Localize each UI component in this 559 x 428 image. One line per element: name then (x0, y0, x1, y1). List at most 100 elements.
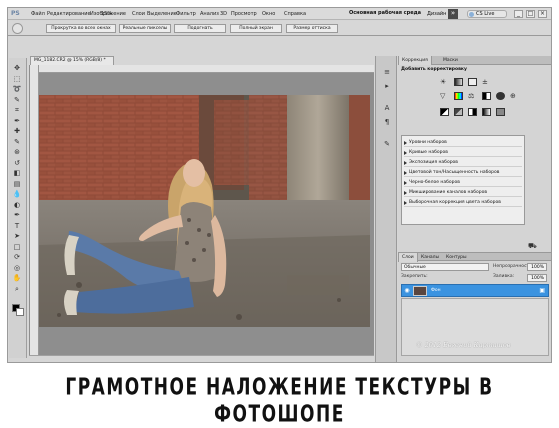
quick-select-tool-icon[interactable]: ✎ (11, 96, 23, 104)
blur-tool-icon[interactable]: 💧 (11, 190, 23, 198)
tab-adjustments[interactable]: Коррекция (398, 56, 432, 65)
menu-item-6[interactable]: Анализ (200, 11, 219, 17)
photo-filter-icon[interactable] (496, 92, 505, 100)
fill-input[interactable]: 100% (527, 274, 547, 282)
photo-image (39, 95, 370, 327)
options-bar: Прокрутка во всех окнах Реальные пикселы… (8, 21, 551, 36)
maximize-button[interactable]: □ (526, 10, 535, 18)
minimize-button[interactable]: _ (514, 10, 523, 18)
selective-color-icon[interactable] (496, 108, 505, 116)
character-icon[interactable]: A (382, 104, 392, 113)
preset-exposure[interactable]: Экспозиция наборов (404, 159, 522, 167)
posterize-icon[interactable] (454, 108, 463, 116)
threshold-icon[interactable] (468, 108, 477, 116)
preset-hue-saturation[interactable]: Цветовой тон/Насыщенность наборов (404, 169, 522, 177)
paragraph-icon[interactable]: ¶ (382, 118, 392, 127)
curves-icon[interactable] (468, 78, 477, 86)
tab-paths[interactable]: Контуры (443, 253, 470, 262)
actual-pixels-button[interactable]: Реальные пикселы (119, 24, 171, 33)
shape-tool-icon[interactable]: □ (11, 243, 23, 251)
background-color-swatch[interactable] (16, 308, 24, 316)
eraser-tool-icon[interactable]: ◧ (11, 169, 23, 177)
layer-row[interactable]: ◉ Фон ▣ (401, 284, 549, 297)
actions-icon[interactable]: ▸ (382, 82, 392, 91)
menu-item-2[interactable]: Изображение (90, 11, 126, 17)
preset-selective-color[interactable]: Выборочная коррекция цвета наборов (404, 199, 522, 207)
clone-stamp-tool-icon[interactable]: ⊛ (11, 148, 23, 156)
crop-tool-icon[interactable]: ⌗ (11, 106, 23, 114)
adjustments-title: Добавить корректировку (401, 67, 467, 72)
blend-mode-select[interactable]: Обычные (401, 263, 489, 271)
brightness-icon[interactable]: ☀ (440, 78, 449, 86)
more-workspaces-button[interactable]: » (448, 9, 458, 19)
brush-icon[interactable]: ✎ (382, 140, 392, 149)
menu-item-3[interactable]: Слои (132, 11, 145, 17)
hue-saturation-icon[interactable] (454, 92, 463, 100)
clip-layer-icon[interactable]: ⛟ (528, 242, 537, 251)
tab-masks[interactable]: Маски (440, 56, 461, 65)
gradient-map-icon[interactable] (482, 108, 491, 116)
type-tool-icon[interactable]: T (11, 222, 23, 230)
menu-item-8[interactable]: Просмотр (231, 11, 257, 17)
history-icon[interactable]: ≡ (382, 68, 392, 77)
color-balance-icon[interactable]: ⚖ (468, 92, 477, 100)
move-tool-icon[interactable]: ✥ (11, 64, 23, 72)
menu-item-10[interactable]: Справка (284, 11, 306, 17)
vibrance-icon[interactable]: ▽ (440, 92, 449, 100)
eye-icon[interactable]: ◉ (403, 287, 411, 295)
menu-item-9[interactable]: Окно (262, 11, 275, 17)
caption: ГРАМОТНОЕ НАЛОЖЕНИЕ ТЕКСТУРЫ В ФОТОШОПЕ (65, 374, 494, 428)
brush-tool-icon[interactable]: ✎ (11, 138, 23, 146)
exposure-icon[interactable]: ± (482, 78, 491, 86)
3d-rotate-tool-icon[interactable]: ⟳ (11, 253, 23, 261)
fit-screen-button[interactable]: Подогнать (174, 24, 226, 33)
fill-label: Заливка: (493, 274, 515, 279)
tab-channels[interactable]: Каналы (418, 253, 442, 262)
eyedropper-tool-icon[interactable]: ✒ (11, 117, 23, 125)
dodge-tool-icon[interactable]: ◐ (11, 201, 23, 209)
menu-item-1[interactable]: Редактирование (47, 11, 91, 17)
hand-tool-icon[interactable]: ✋ (11, 274, 23, 282)
black-white-icon[interactable] (482, 92, 491, 100)
marquee-tool-icon[interactable]: ⬚ (11, 75, 23, 83)
tab-layers[interactable]: Слои (398, 253, 418, 262)
preset-channel-mixer[interactable]: Микширование каналов наборов (404, 189, 522, 197)
history-brush-tool-icon[interactable]: ↺ (11, 159, 23, 167)
lasso-tool-icon[interactable]: ➰ (11, 85, 23, 93)
preset-black-white[interactable]: Черно-белое наборов (404, 179, 522, 187)
preset-levels[interactable]: Уровни наборов (404, 139, 522, 147)
toolbox: ✥ ⬚ ➰ ✎ ⌗ ✒ ✚ ✎ ⊛ ↺ ◧ ▤ 💧 ◐ ✒ T ➤ □ ⟳ ◎ ✋ ⌕ (9, 58, 27, 358)
menu-item-5[interactable]: Фильтр (176, 11, 196, 17)
app-logo: PS (11, 10, 20, 17)
scroll-all-windows-checkbox[interactable]: Прокрутка во всех окнах (46, 24, 116, 33)
path-select-tool-icon[interactable]: ➤ (11, 232, 23, 240)
channel-mixer-icon[interactable]: ⊕ (510, 92, 519, 100)
cslive-label: CS Live (476, 11, 495, 17)
print-size-button[interactable]: Размер оттиска (286, 24, 338, 33)
layer-name: Фон (431, 288, 441, 293)
menu-item-4[interactable]: Выделение (147, 11, 177, 17)
photoshop-window: PS 15% Основная рабочая среда Дизайн » C… (7, 7, 552, 363)
zoom-tool-icon[interactable]: ⌕ (11, 285, 23, 293)
levels-icon[interactable] (454, 78, 463, 86)
spot-heal-tool-icon[interactable]: ✚ (11, 127, 23, 135)
adjustments-tabs: Коррекция Маски (398, 56, 551, 65)
document-photo (39, 95, 370, 327)
invert-icon[interactable] (440, 108, 449, 116)
workspace-design[interactable]: Дизайн (427, 11, 446, 17)
workspace-name[interactable]: Основная рабочая среда (346, 10, 421, 18)
full-screen-button[interactable]: Полный экран (230, 24, 282, 33)
hand-tool-icon[interactable] (12, 23, 23, 34)
gradient-tool-icon[interactable]: ▤ (11, 180, 23, 188)
3d-orbit-tool-icon[interactable]: ◎ (11, 264, 23, 272)
opacity-input[interactable]: 100% (527, 263, 547, 271)
pen-tool-icon[interactable]: ✒ (11, 211, 23, 219)
menu-item-0[interactable]: Файл (31, 11, 45, 17)
menu-item-7[interactable]: 3D (220, 11, 227, 17)
ruler-horizontal (39, 65, 374, 73)
close-button[interactable]: × (538, 10, 547, 18)
cslive-button[interactable]: CS Live (467, 10, 507, 18)
document-tab[interactable]: MG_1182.CR2 @ 15% (RGB/8) * (30, 56, 114, 65)
preset-curves[interactable]: Кривые наборов (404, 149, 522, 157)
app: PS 15% Основная рабочая среда Дизайн » C… (0, 0, 559, 428)
